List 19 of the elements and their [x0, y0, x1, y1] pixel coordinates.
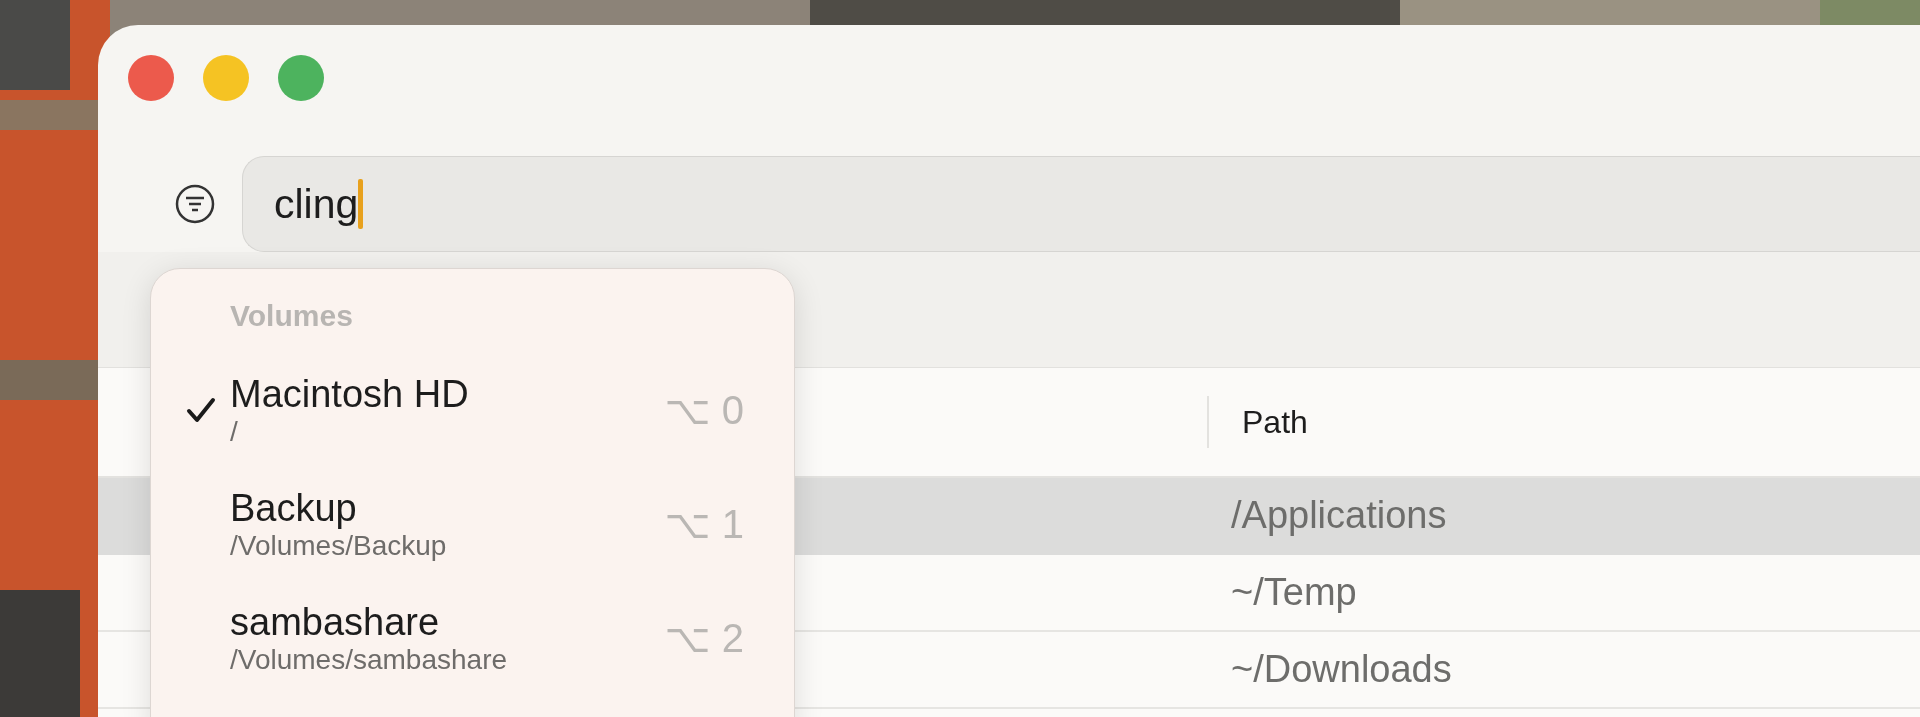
filter-icon[interactable]	[175, 184, 215, 224]
column-header[interactable]: Path	[1207, 396, 1308, 448]
menu-heading: Volumes	[230, 299, 354, 333]
volume-path: /Volumes/sambashare	[230, 643, 509, 676]
search-field[interactable]: cling	[242, 156, 1920, 252]
zoom-button[interactable]	[278, 55, 324, 101]
close-button[interactable]	[128, 55, 174, 101]
table-cell-text: ~/Temp	[1230, 571, 1357, 614]
keyboard-shortcut: ⌥ 2	[664, 615, 744, 661]
volume-path: /	[230, 415, 239, 448]
volume-name: sambashare	[230, 600, 441, 644]
volume-name: Backup	[230, 486, 358, 530]
volume-name: Macintosh HD	[230, 372, 470, 416]
menu-item[interactable]: Macintosh HD / ⌥ 0	[186, 353, 744, 467]
table-cell-text: /Applications	[1230, 494, 1447, 537]
menu-item[interactable]: sambashare /Volumes/sambashare ⌥ 2	[186, 581, 744, 695]
keyboard-shortcut: ⌥ 1	[664, 501, 744, 547]
keyboard-shortcut: ⌥ 0	[664, 387, 744, 433]
table-cell-text: ~/Downloads	[1230, 648, 1452, 691]
